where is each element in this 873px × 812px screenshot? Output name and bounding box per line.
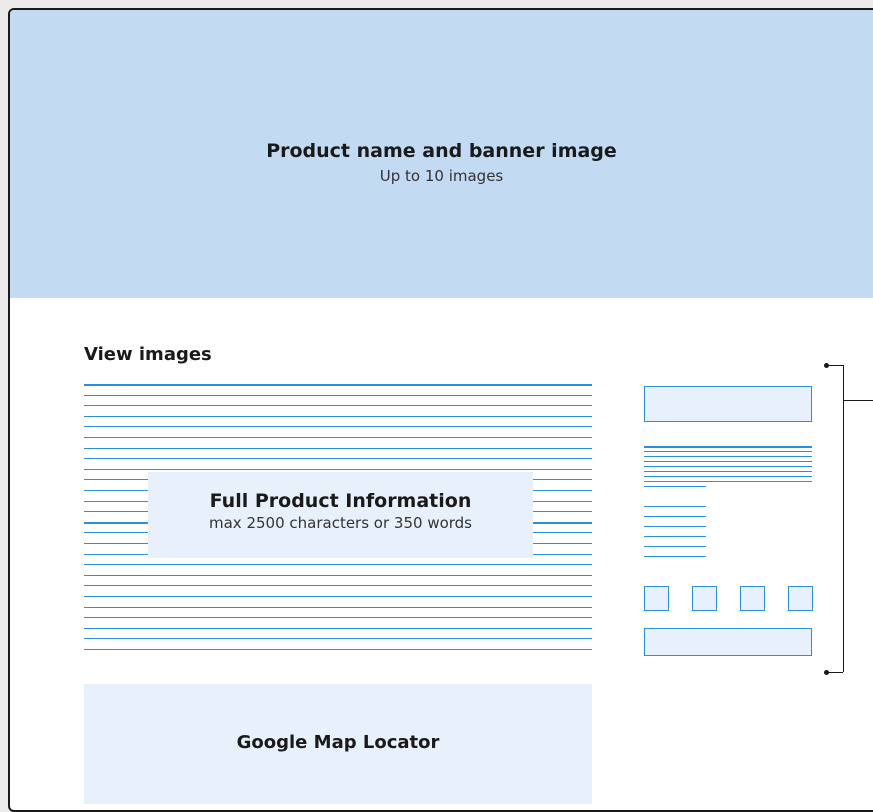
bracket-vertical-line bbox=[843, 365, 844, 672]
sidebar-line bbox=[644, 536, 706, 537]
banner-section: Product name and banner image Up to 10 i… bbox=[10, 10, 873, 298]
text-line bbox=[84, 384, 592, 386]
map-locator-label: Google Map Locator bbox=[236, 732, 440, 753]
text-line bbox=[84, 649, 592, 650]
sidebar-line bbox=[644, 526, 706, 527]
text-line bbox=[84, 415, 592, 417]
page-wireframe: Product name and banner image Up to 10 i… bbox=[8, 8, 873, 812]
sidebar-line bbox=[644, 481, 812, 482]
sidebar-thumbnail bbox=[644, 586, 669, 611]
text-line bbox=[84, 447, 592, 449]
sidebar-line bbox=[644, 466, 812, 467]
product-info-subtitle: max 2500 characters or 350 words bbox=[209, 514, 472, 532]
sidebar-top-box bbox=[644, 386, 812, 422]
sidebar-bottom-box bbox=[644, 628, 812, 656]
product-info-title: Full Product Information bbox=[209, 490, 472, 512]
sidebar-line bbox=[644, 486, 706, 487]
sidebar-line bbox=[644, 546, 706, 547]
sidebar-line bbox=[644, 476, 812, 477]
text-line bbox=[84, 458, 592, 460]
sidebar-line bbox=[644, 451, 812, 452]
bracket-dot-bottom bbox=[824, 670, 829, 675]
bracket-top-line bbox=[826, 365, 843, 366]
text-line bbox=[84, 627, 592, 629]
sidebar-line bbox=[644, 516, 706, 517]
text-line bbox=[84, 468, 592, 470]
text-line bbox=[84, 394, 592, 396]
banner-subtitle: Up to 10 images bbox=[379, 167, 504, 185]
sidebar-line bbox=[644, 506, 706, 507]
text-line bbox=[84, 606, 592, 608]
text-line bbox=[84, 564, 592, 566]
text-line bbox=[84, 426, 592, 428]
product-info-box: Full Product Information max 2500 charac… bbox=[148, 472, 533, 558]
sidebar-line bbox=[644, 461, 812, 462]
banner-title: Product name and banner image bbox=[266, 140, 617, 162]
sidebar-line bbox=[644, 446, 812, 448]
sidebar-thumbnail bbox=[692, 586, 717, 611]
sidebar-line bbox=[644, 471, 812, 472]
bracket-pointer-line bbox=[843, 400, 873, 401]
sidebar-thumbnail bbox=[740, 586, 765, 611]
text-line bbox=[84, 617, 592, 619]
sidebar-line bbox=[644, 456, 812, 457]
sidebar-thumbnail bbox=[788, 586, 813, 611]
map-locator-box: Google Map Locator bbox=[84, 684, 592, 804]
text-line bbox=[84, 585, 592, 587]
sidebar-line bbox=[644, 556, 706, 557]
view-images-label: View images bbox=[84, 344, 212, 365]
text-line bbox=[84, 596, 592, 597]
text-line bbox=[84, 437, 592, 438]
text-line bbox=[84, 574, 592, 576]
text-line bbox=[84, 405, 592, 407]
text-line bbox=[84, 638, 592, 640]
